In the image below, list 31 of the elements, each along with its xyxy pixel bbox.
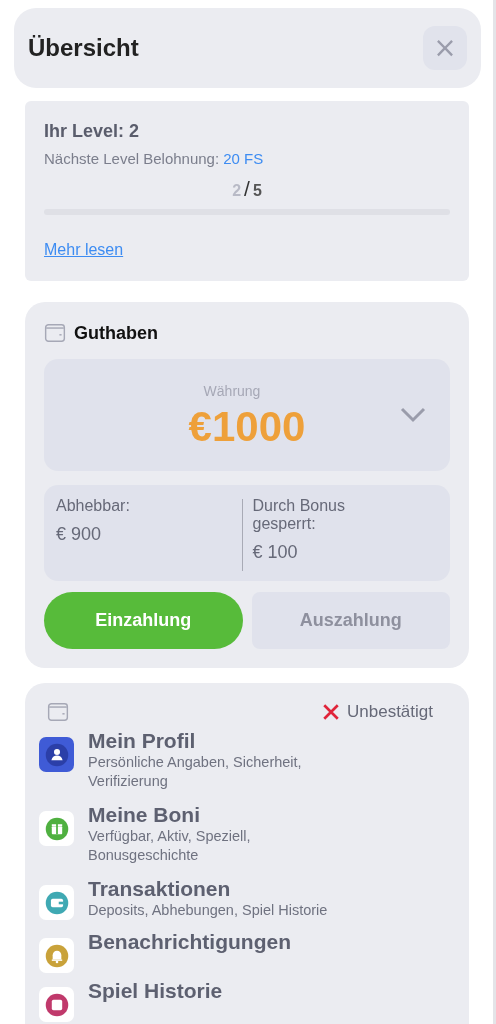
menu-item[interactable]: Transaktionen Deposits, Abhebungen, Spiel Historie: [39, 877, 453, 920]
menu-item-subtitle: Persönliche Angaben, Sicherheit, Verifizierung: [88, 753, 303, 791]
chevron-down-icon: [400, 407, 426, 423]
menu-item[interactable]: Spiel Historie: [39, 979, 453, 1022]
balance-amount: €1000: [188, 403, 306, 451]
withdrawable-value: € 900: [56, 524, 103, 545]
menu-item-subtitle: Verfügbar, Aktiv, Speziell, Bonusgeschichte: [88, 827, 252, 865]
menu-item-title: Transaktionen: [88, 877, 232, 901]
page-title: Übersicht: [28, 34, 139, 62]
menu-item-title: Meine Boni: [88, 803, 201, 827]
verification-status: Unbestätigt: [347, 702, 433, 722]
balance-title: Guthaben: [74, 322, 158, 344]
progress-total: 5: [252, 182, 262, 200]
wallet-icon: [44, 322, 66, 344]
menu-item[interactable]: Meine Boni Verfügbar, Aktiv, Speziell, Bonusgeschichte: [39, 803, 453, 865]
menu-item-title: Benachrichtigungen: [88, 930, 292, 954]
menu-item-title: Mein Profil: [88, 729, 197, 753]
progress-separator: /: [244, 177, 250, 201]
locked-label: Durch Bonus gesperrt:: [252, 497, 346, 533]
currency-label: Währung: [203, 383, 261, 399]
menu-item[interactable]: Benachrichtigungen: [39, 930, 453, 973]
menu-item[interactable]: Mein Profil Persönliche Angaben, Sicherheit, Verifizierung: [39, 729, 453, 791]
locked-value: € 100: [252, 542, 299, 563]
menu-item-subtitle: Deposits, Abhebungen, Spiel Historie: [88, 901, 329, 920]
menu-item-title: Spiel Historie: [88, 979, 223, 1003]
wallet-icon: [47, 701, 69, 723]
read-more-link[interactable]: Mehr lesen: [44, 241, 124, 259]
reward-value: 20 FS: [223, 150, 264, 167]
level-title: Ihr Level: 2: [44, 121, 141, 142]
withdrawable-label: Abhebbar:: [56, 497, 131, 515]
reward-label: Nächste Level Belohnung:: [44, 150, 220, 167]
